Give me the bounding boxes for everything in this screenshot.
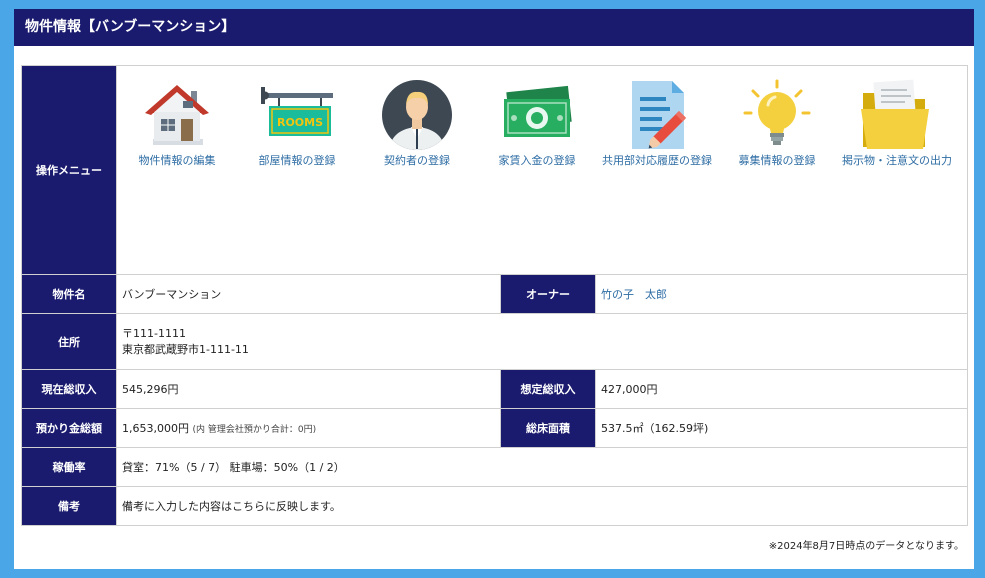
current-income-value: 545,296円	[116, 369, 501, 409]
data-date-footnote: ※2024年8月7日時点のデータとなります。	[768, 541, 964, 552]
edit-property-button[interactable]: 物件情報の編集	[117, 80, 237, 169]
house-icon	[137, 80, 217, 150]
current-income-label: 現在総収入	[21, 369, 117, 409]
output-notices-button[interactable]: 掲示物・注意文の出力	[837, 79, 957, 169]
register-tenant-button[interactable]: 契約者の登録	[357, 80, 477, 169]
owner-cell: 竹の子 太郎	[594, 274, 969, 314]
menu-item-label: 家賃入金の登録	[498, 154, 576, 167]
owner-label: オーナー	[500, 274, 596, 314]
register-recruitment-button[interactable]: 募集情報の登録	[717, 79, 837, 169]
owner-link[interactable]: 竹の子 太郎	[601, 288, 667, 301]
floor-area-label: 総床面積	[500, 408, 596, 448]
expected-income-value: 427,000円	[594, 369, 969, 409]
property-info-table: 操作メニュー 物件情報の編集 ROOMS 部屋情報の登録 契約者の登録 家賃入金…	[21, 65, 969, 526]
property-name-label: 物件名	[21, 274, 117, 314]
address-cell: 〒111-1111 東京都武蔵野市1-111-11	[115, 313, 969, 370]
deposit-note: (内 管理会社預かり合計：0円)	[192, 425, 317, 435]
register-room-button[interactable]: ROOMS 部屋情報の登録	[237, 80, 357, 169]
address-value: 東京都武蔵野市1-111-11	[122, 342, 249, 356]
occupancy-value: 貸室：71%（5 / 7） 駐車場：50%（1 / 2）	[115, 447, 969, 487]
operation-menu: 物件情報の編集 ROOMS 部屋情報の登録 契約者の登録 家賃入金の登録 共用部…	[115, 65, 969, 275]
menu-item-label: 掲示物・注意文の出力	[842, 154, 952, 167]
register-rent-payment-button[interactable]: 家賃入金の登録	[477, 80, 597, 169]
deposit-label: 預かり金総額	[21, 408, 117, 448]
address-label: 住所	[21, 313, 117, 370]
document-pencil-icon	[617, 80, 697, 150]
deposit-cell: 1,653,000円 (内 管理会社預かり合計：0円)	[116, 408, 501, 448]
folder-icon	[857, 79, 937, 150]
occupancy-label: 稼働率	[21, 447, 117, 487]
register-common-area-history-button[interactable]: 共用部対応履歴の登録	[597, 80, 717, 169]
menu-item-label: 契約者の登録	[384, 154, 450, 167]
notes-value: 備考に入力した内容はこちらに反映します。	[115, 486, 969, 526]
deposit-value: 1,653,000円	[122, 422, 189, 435]
postal-code: 〒111-1111	[122, 326, 186, 340]
rooms-sign-text: ROOMS	[277, 116, 323, 129]
money-icon	[497, 80, 577, 150]
property-name-value: バンブーマンション	[116, 274, 501, 314]
menu-item-label: 物件情報の編集	[138, 154, 216, 167]
lightbulb-icon	[737, 79, 817, 150]
expected-income-label: 想定総収入	[500, 369, 596, 409]
floor-area-value: 537.5㎡（162.59坪)	[594, 408, 969, 448]
menu-item-label: 部屋情報の登録	[258, 154, 336, 167]
page-title: 物件情報【バンブーマンション】	[14, 9, 974, 46]
person-avatar-icon	[377, 80, 457, 150]
menu-item-label: 共用部対応履歴の登録	[602, 154, 712, 167]
property-panel: 物件情報【バンブーマンション】 操作メニュー 物件情報の編集 ROOMS 部屋情…	[14, 9, 974, 569]
notes-label: 備考	[21, 486, 117, 526]
menu-label: 操作メニュー	[21, 65, 117, 275]
menu-item-label: 募集情報の登録	[738, 154, 816, 167]
rooms-sign-icon: ROOMS	[257, 80, 337, 150]
